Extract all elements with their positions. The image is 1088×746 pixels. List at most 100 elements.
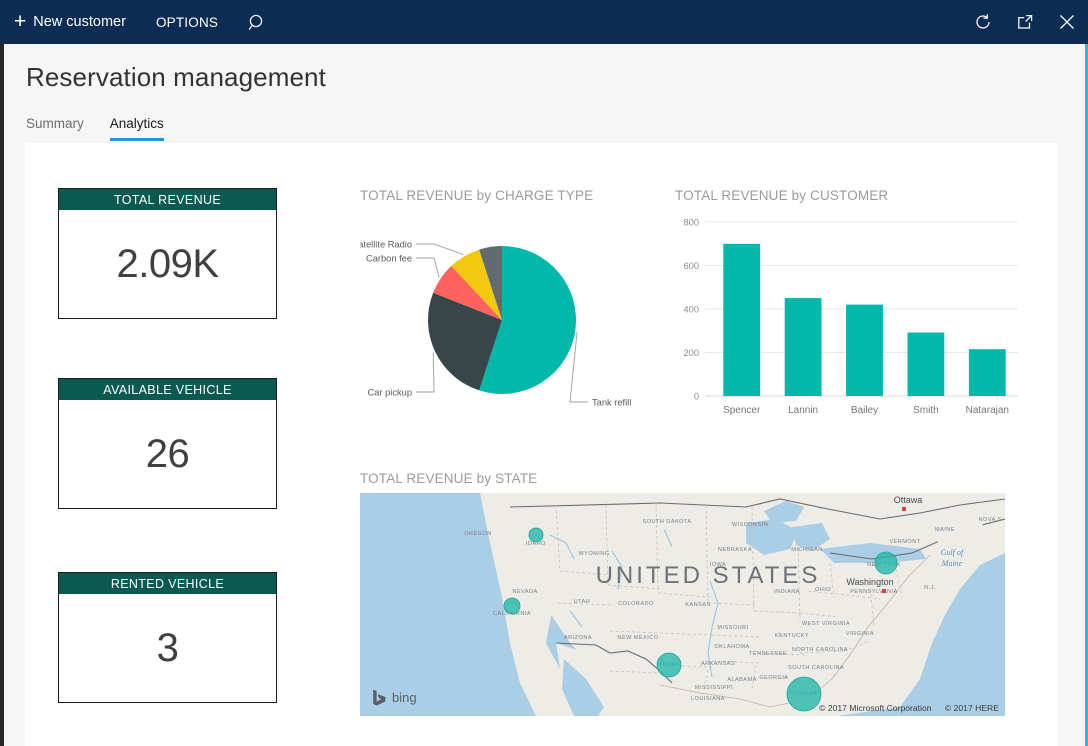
kpi-card-total-revenue[interactable]: TOTAL REVENUE 2.09K (58, 188, 277, 319)
bar-smith[interactable] (908, 333, 945, 397)
map-state-label: KENTUCKY (775, 633, 809, 639)
pie-chart-title: TOTAL REVENUE by CHARGE TYPE (360, 188, 593, 203)
map-credit-secondary: © 2017 HERE (945, 703, 999, 713)
map-water-label: Gulf of (941, 548, 965, 557)
bar-bailey[interactable] (846, 305, 883, 396)
pie-slices (428, 246, 576, 394)
close-icon (1058, 13, 1076, 31)
map-country-label: UNITED STATES (596, 562, 821, 589)
bar-chart-canvas: 0200400600800 SpencerLanninBaileySmithNa… (675, 210, 1020, 425)
map-state-label: LOUISIANA (691, 696, 725, 702)
kpi-card-title: RENTED VEHICLE (59, 573, 276, 594)
map-state-label: NOVA S (978, 517, 1001, 523)
bar-natarajan[interactable] (969, 349, 1006, 396)
bar-chart-bars (723, 244, 1005, 396)
tab-strip: Summary Analytics (26, 116, 164, 141)
map-state-label: COLORADO (618, 601, 654, 607)
bing-logo[interactable]: bing (372, 689, 417, 706)
tab-summary[interactable]: Summary (26, 116, 84, 141)
map-credit-primary: © 2017 Microsoft Corporation (819, 703, 931, 713)
search-button[interactable] (232, 0, 283, 44)
top-command-bar: + New customer OPTIONS (0, 0, 1088, 44)
bar-spencer[interactable] (723, 244, 760, 396)
top-command-bar-right (962, 0, 1088, 44)
bar-y-tick-label: 600 (683, 261, 699, 271)
map-city-label: Washington (846, 577, 893, 587)
bar-category-label: Lannin (788, 405, 818, 416)
bar-y-tick-label: 400 (683, 304, 699, 314)
map-state-label: TENNESSEE (749, 651, 787, 657)
search-icon (248, 13, 267, 32)
map-state-label: INDIANA (774, 589, 800, 595)
kpi-card-available-vehicle[interactable]: AVAILABLE VEHICLE 26 (58, 378, 277, 509)
map-state-label: WISCONSIN (732, 522, 768, 528)
map-state-label: GEORGIA (759, 675, 788, 681)
map-state-label: NEBRASKA (718, 547, 752, 553)
map-visual[interactable]: TOTAL REVENUE by STATE (360, 471, 1005, 721)
map-state-label: NEVADA (512, 589, 537, 595)
options-button[interactable]: OPTIONS (142, 0, 232, 44)
refresh-button[interactable] (962, 0, 1004, 44)
map-state-label: ALABAMA (727, 677, 757, 683)
pie-leader-line (416, 258, 439, 277)
map-state-label: NORTH CAROLINA (792, 647, 848, 653)
map-state-label: WEST VIRGINIA (802, 621, 850, 627)
map-city-marker (882, 589, 886, 593)
map-canvas[interactable]: OREGON IDAHO WYOMING SOUTH DAKOTA NEBRAS… (360, 493, 1005, 716)
pie-chart-visual[interactable]: TOTAL REVENUE by CHARGE TYPE Tank refill… (360, 188, 650, 408)
options-label: OPTIONS (156, 15, 218, 30)
window-left-edge (0, 44, 4, 746)
tab-analytics-label: Analytics (110, 116, 164, 131)
bar-lannin[interactable] (785, 298, 822, 396)
new-customer-button[interactable]: + New customer (0, 0, 142, 44)
pie-slice-label: Carbon fee (366, 253, 412, 263)
map-state-label: MISSOURI (717, 625, 748, 631)
bing-label: bing (392, 690, 417, 705)
map-state-label: OREGON (464, 531, 492, 537)
close-button[interactable] (1046, 0, 1088, 44)
pie-leader-line (416, 352, 434, 392)
map-title: TOTAL REVENUE by STATE (360, 471, 537, 486)
map-state-label: MISSISSIPPI (695, 685, 733, 691)
map-water-label: Maine (941, 559, 963, 568)
kpi-card-title: TOTAL REVENUE (59, 189, 276, 210)
plus-icon: + (14, 11, 26, 32)
kpi-card-body: 26 (59, 400, 276, 508)
map-state-label: MAINE (935, 527, 955, 533)
map-graphic: OREGON IDAHO WYOMING SOUTH DAKOTA NEBRAS… (360, 493, 1005, 716)
popout-icon (1016, 13, 1034, 31)
kpi-card-value: 2.09K (116, 242, 218, 287)
bar-y-tick-label: 0 (694, 391, 699, 401)
map-state-label: WYOMING (578, 551, 609, 557)
analytics-panel: TOTAL REVENUE 2.09K AVAILABLE VEHICLE 26… (25, 143, 1058, 746)
kpi-card-body: 3 (59, 594, 276, 702)
kpi-card-value: 3 (157, 626, 179, 671)
kpi-card-rented-vehicle[interactable]: RENTED VEHICLE 3 (58, 572, 277, 703)
map-state-label: PENNSYLVANIA (850, 589, 897, 595)
map-state-label: UTAH (574, 599, 591, 605)
kpi-card-title: AVAILABLE VEHICLE (59, 379, 276, 400)
map-bubble-idaho[interactable] (529, 528, 543, 542)
map-state-label: ARKANSAS (701, 661, 735, 667)
map-city-marker (902, 507, 906, 511)
map-state-label: NEW MEXICO (617, 635, 658, 641)
page-title: Reservation management (26, 62, 1056, 93)
map-bubble-new-york[interactable] (875, 552, 897, 574)
map-bubble-texas[interactable] (657, 653, 681, 677)
map-state-label: KANSAS (685, 602, 710, 608)
bar-chart-visual[interactable]: TOTAL REVENUE by CUSTOMER 0200400600800 … (675, 188, 1025, 428)
map-state-label: MICHIGAN (791, 547, 823, 553)
new-customer-label: New customer (33, 14, 126, 30)
pie-slice-label: Tank refill (592, 397, 631, 407)
map-bubble-california[interactable] (504, 598, 520, 614)
kpi-card-body: 2.09K (59, 210, 276, 318)
bar-category-label: Natarajan (966, 405, 1009, 416)
top-command-bar-left: + New customer OPTIONS (0, 0, 283, 44)
refresh-icon (974, 13, 992, 31)
map-state-label: ARIZONA (564, 635, 592, 641)
popout-button[interactable] (1004, 0, 1046, 44)
bar-chart-category-labels: SpencerLanninBaileySmithNatarajan (723, 405, 1009, 416)
map-city-label: Ottawa (894, 495, 923, 505)
tab-analytics[interactable]: Analytics (110, 116, 164, 141)
pie-chart-canvas: Tank refillCar pickupCarbon feeSatellite… (360, 214, 650, 408)
